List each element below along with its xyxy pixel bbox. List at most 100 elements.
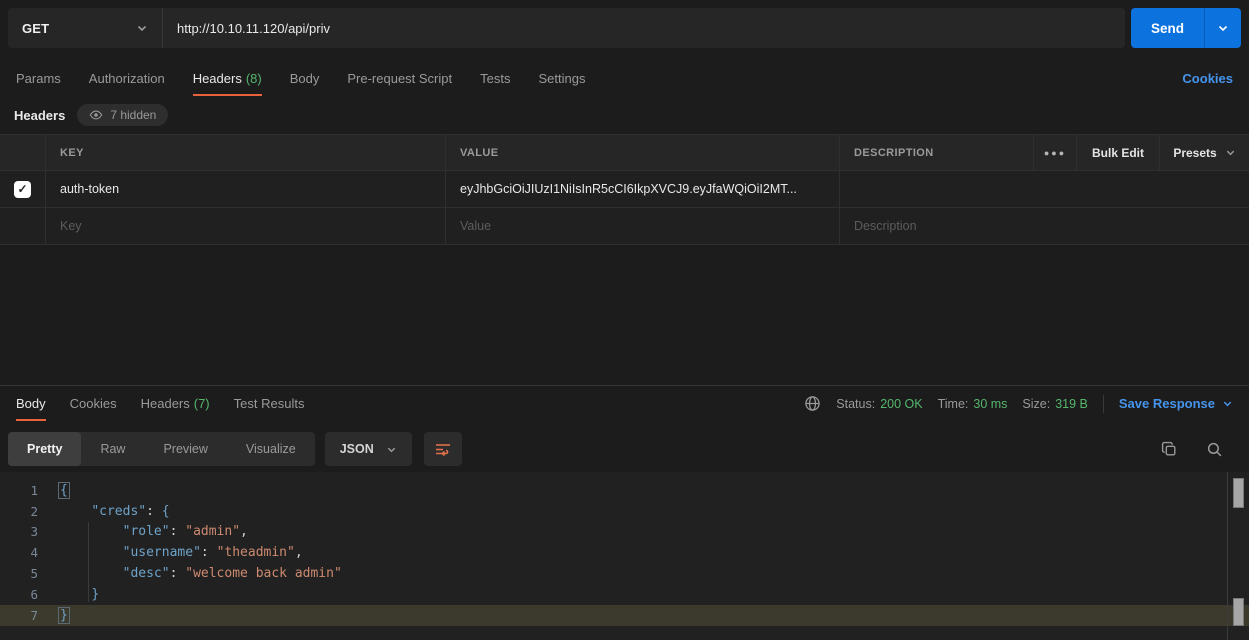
code-line[interactable]: 6 } [0, 584, 1249, 605]
status-label: Status: [836, 397, 875, 411]
eye-icon [89, 108, 103, 122]
value-cell[interactable]: eyJhbGciOiJIUzI1NiIsInR5cCI6IkpXVCJ9.eyJ… [446, 171, 840, 207]
tab-params[interactable]: Params [16, 60, 61, 96]
response-tab-body[interactable]: Body [16, 386, 46, 421]
more-actions-button[interactable]: ●●● [1034, 135, 1077, 170]
row-checkbox-cell [0, 208, 46, 244]
view-pretty[interactable]: Pretty [8, 432, 81, 466]
tab-settings[interactable]: Settings [538, 60, 585, 96]
tab-pre-request-script[interactable]: Pre-request Script [347, 60, 452, 96]
response-tab-test-results[interactable]: Test Results [234, 386, 305, 421]
description-placeholder: Description [854, 219, 917, 233]
code-line[interactable]: 3 "role": "admin", [0, 522, 1249, 543]
response-toolbar: Pretty Raw Preview Visualize JSON [8, 432, 1241, 466]
view-label: Raw [100, 442, 125, 456]
scrollbar-thumb[interactable] [1233, 598, 1244, 626]
cookies-link[interactable]: Cookies [1182, 60, 1233, 96]
send-button[interactable]: Send [1131, 8, 1204, 48]
tab-headers[interactable]: Headers (8) [193, 60, 262, 96]
value-value: eyJhbGciOiJIUzI1NiIsInR5cCI6IkpXVCJ9.eyJ… [460, 182, 797, 196]
time-value: 30 ms [973, 397, 1007, 411]
table-row-empty: Key Value Description [0, 208, 1249, 245]
row-checkbox[interactable] [14, 181, 31, 198]
tab-tests[interactable]: Tests [480, 60, 510, 96]
view-raw[interactable]: Raw [81, 432, 144, 466]
view-visualize[interactable]: Visualize [227, 432, 315, 466]
tab-label: Pre-request Script [347, 71, 452, 86]
response-tabs: Body Cookies Headers (7) Test Results St… [0, 386, 1249, 421]
presets-label: Presets [1173, 146, 1216, 160]
code-line[interactable]: 5 "desc": "welcome back admin" [0, 563, 1249, 584]
format-dropdown[interactable]: JSON [325, 432, 412, 466]
value-input[interactable]: Value [446, 208, 840, 244]
tab-label: Authorization [89, 71, 165, 86]
hidden-headers-toggle[interactable]: 7 hidden [77, 104, 168, 126]
code-line[interactable]: 2 "creds": { [0, 501, 1249, 522]
save-response-button[interactable]: Save Response [1119, 396, 1233, 411]
send-options-button[interactable] [1204, 8, 1241, 48]
tab-count: (8) [246, 71, 262, 86]
response-tab-headers[interactable]: Headers (7) [141, 386, 210, 421]
code-token: : [170, 566, 186, 581]
globe-icon[interactable] [804, 395, 821, 412]
tab-label: Params [16, 71, 61, 86]
view-label: Pretty [27, 442, 62, 456]
tab-label: Cookies [70, 396, 117, 411]
code-token [60, 504, 91, 519]
send-button-group: Send [1131, 8, 1241, 48]
headers-subheader: Headers 7 hidden [14, 100, 168, 130]
method-select[interactable]: GET [8, 8, 163, 48]
header-checkbox-cell [0, 135, 46, 170]
response-tab-cookies[interactable]: Cookies [70, 386, 117, 421]
code-line[interactable]: 4 "username": "theadmin", [0, 542, 1249, 563]
column-value: VALUE [460, 147, 498, 159]
response-body-editor[interactable]: 1{2 "creds": {3 "role": "admin",4 "usern… [0, 472, 1249, 640]
description-input[interactable]: Description [840, 208, 1249, 244]
code-token [60, 587, 91, 602]
scrollbar-track [1227, 472, 1228, 640]
bulk-edit-button[interactable]: Bulk Edit [1077, 135, 1160, 170]
description-cell[interactable] [840, 171, 1249, 207]
view-preview[interactable]: Preview [144, 432, 226, 466]
code-token: "desc" [123, 566, 170, 581]
code-line[interactable]: 1{ [0, 480, 1249, 501]
line-number: 7 [0, 608, 46, 623]
presets-dropdown[interactable]: Presets [1160, 135, 1249, 170]
column-description: DESCRIPTION [854, 147, 934, 159]
chevron-down-icon [1222, 398, 1233, 409]
url-value: http://10.10.11.120/api/priv [177, 21, 330, 36]
search-icon[interactable] [1206, 441, 1223, 458]
column-key: KEY [60, 147, 84, 159]
code-token: "theadmin" [217, 545, 295, 560]
tab-body[interactable]: Body [290, 60, 320, 96]
tab-label: Body [290, 71, 320, 86]
code-line[interactable]: 7} [0, 605, 1249, 626]
view-label: Visualize [246, 442, 296, 456]
size-value: 319 B [1055, 397, 1088, 411]
view-label: Preview [163, 442, 207, 456]
url-input[interactable]: http://10.10.11.120/api/priv [163, 8, 1125, 48]
code-token: "role" [123, 524, 170, 539]
line-number: 1 [0, 483, 46, 498]
key-placeholder: Key [60, 219, 82, 233]
tab-label: Headers [193, 71, 242, 86]
tab-count: (7) [194, 396, 210, 411]
toolbar-right-icons [1161, 441, 1241, 458]
wrap-text-button[interactable] [424, 432, 462, 466]
tab-authorization[interactable]: Authorization [89, 60, 165, 96]
response-meta: Status: 200 OK Time: 30 ms Size: 319 B S… [804, 386, 1233, 421]
code-token: , [240, 524, 248, 539]
chevron-down-icon [386, 444, 397, 455]
key-input[interactable]: Key [46, 208, 446, 244]
line-number: 3 [0, 524, 46, 539]
format-label: JSON [340, 442, 374, 456]
code-line-content: "desc": "welcome back admin" [60, 566, 342, 581]
key-value: auth-token [60, 182, 119, 196]
indent-guide [88, 522, 89, 602]
code-token: , [295, 545, 303, 560]
scrollbar-thumb[interactable] [1233, 478, 1244, 508]
copy-icon[interactable] [1161, 441, 1178, 458]
key-cell[interactable]: auth-token [46, 171, 446, 207]
code-line-content: "creds": { [60, 504, 170, 519]
tab-label: Tests [480, 71, 510, 86]
